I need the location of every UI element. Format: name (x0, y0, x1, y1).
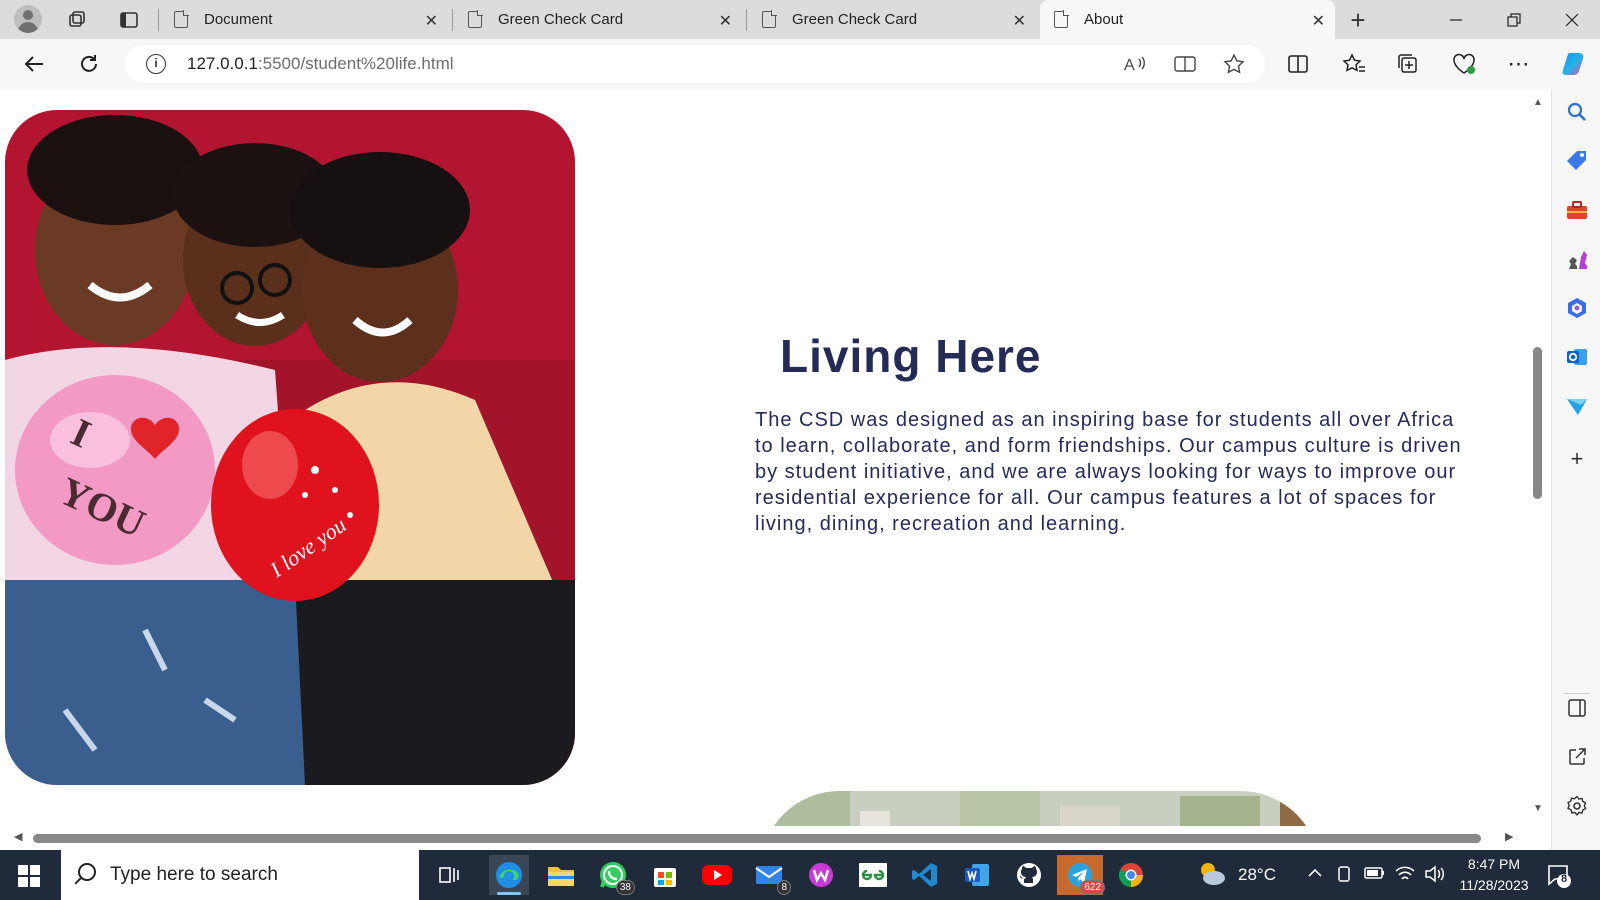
games-icon[interactable] (1564, 246, 1590, 272)
telegram-icon[interactable]: 622 (1057, 855, 1105, 895)
external-link-icon[interactable] (1564, 744, 1590, 770)
students-photo: I YOU I love you (5, 110, 575, 785)
favorites-icon[interactable] (1338, 48, 1370, 80)
tab-about[interactable]: About ✕ (1040, 0, 1335, 39)
clock-time[interactable]: 8:47 PM (1456, 856, 1532, 872)
info-icon[interactable]: i (146, 54, 166, 74)
scroll-up-arrow-icon[interactable]: ▲ (1533, 97, 1543, 108)
tab-label: Green Check Card (498, 11, 624, 28)
page-heading: Living Here (780, 330, 1042, 382)
close-tab-icon[interactable]: ✕ (719, 11, 732, 31)
notifications-icon[interactable]: 8 (1546, 863, 1572, 894)
taskbar-search[interactable]: Type here to search (61, 850, 419, 900)
microsoft-365-icon[interactable] (1564, 295, 1590, 321)
workspaces-icon[interactable] (64, 7, 90, 33)
page-icon (1054, 10, 1069, 28)
collections-icon[interactable] (1392, 48, 1424, 80)
close-tab-icon[interactable]: ✕ (1013, 11, 1026, 31)
shopping-icon[interactable] (1564, 148, 1590, 174)
tab-actions-icon[interactable] (116, 7, 142, 33)
weather-icon[interactable] (1196, 860, 1228, 893)
edge-sidebar: + (1551, 89, 1600, 850)
browser-essentials-icon[interactable] (1448, 48, 1480, 80)
url-host: 127.0.0.1 (187, 54, 258, 73)
tab-green-check-card-1[interactable]: Green Check Card ✕ (454, 0, 742, 39)
more-icon[interactable]: ⋯ (1503, 48, 1535, 80)
wifi-icon[interactable] (1394, 865, 1416, 888)
device-icon[interactable] (1335, 865, 1353, 888)
tab-label: Document (204, 11, 273, 28)
task-view-icon[interactable] (430, 855, 470, 895)
page-viewport: I YOU I love you Living Here The CSD was… (0, 89, 1551, 850)
clock-date[interactable]: 11/28/2023 (1456, 877, 1532, 893)
horizontal-scrollbar[interactable]: ◀ ▶ (0, 826, 1525, 850)
github-icon[interactable] (1009, 855, 1049, 895)
whatsapp-badge: 38 (615, 880, 635, 895)
minimize-button[interactable] (1428, 0, 1484, 39)
scroll-down-arrow-icon[interactable]: ▼ (1533, 803, 1543, 814)
horizontal-scroll-thumb[interactable] (33, 834, 1481, 843)
weather-temp[interactable]: 28°C (1238, 865, 1276, 885)
tab-document[interactable]: Document ✕ (160, 0, 448, 39)
word-icon[interactable] (957, 855, 997, 895)
edge-taskbar-icon[interactable] (489, 855, 529, 895)
address-bar[interactable]: i 127.0.0.1:5500/student%20life.html A (125, 45, 1265, 83)
windows-taskbar: Type here to search 38 8 622 28°C 8:47 P… (0, 850, 1600, 900)
settings-icon[interactable] (1564, 793, 1590, 819)
close-tab-icon[interactable]: ✕ (1312, 11, 1325, 31)
close-window-button[interactable] (1544, 0, 1600, 39)
mail-icon[interactable]: 8 (749, 855, 791, 895)
scroll-left-arrow-icon[interactable]: ◀ (14, 830, 22, 843)
search-icon[interactable] (1564, 99, 1590, 125)
battery-icon[interactable] (1364, 865, 1386, 886)
youtube-icon[interactable] (697, 855, 737, 895)
search-icon (78, 863, 96, 881)
profile-icon[interactable] (14, 5, 42, 33)
page-icon (468, 10, 483, 28)
scroll-right-arrow-icon[interactable]: ▶ (1505, 830, 1513, 843)
page-paragraph: The CSD was designed as an inspiring bas… (755, 409, 1462, 535)
search-placeholder: Type here to search (110, 864, 278, 885)
svg-text:A: A (1124, 57, 1135, 74)
tools-icon[interactable] (1564, 197, 1590, 223)
tab-green-check-card-2[interactable]: Green Check Card ✕ (748, 0, 1036, 39)
geeksforgeeks-icon[interactable] (853, 855, 893, 895)
vertical-scroll-thumb[interactable] (1533, 347, 1542, 499)
file-explorer-icon[interactable] (541, 855, 581, 895)
copilot-icon[interactable] (1559, 48, 1591, 80)
split-screen-icon[interactable] (1282, 48, 1314, 80)
new-tab-button[interactable]: + (1345, 5, 1371, 35)
refresh-icon[interactable] (73, 48, 105, 80)
chrome-icon[interactable] (1111, 855, 1151, 895)
microsoft-store-icon[interactable] (645, 855, 685, 895)
outlook-icon[interactable] (1564, 344, 1590, 370)
show-hidden-icons-icon[interactable] (1307, 865, 1323, 884)
page-icon (762, 10, 777, 28)
tab-label: Green Check Card (792, 11, 918, 28)
notification-count: 8 (1560, 873, 1568, 885)
tab-label: About (1084, 11, 1124, 28)
telegram-badge: 622 (1080, 880, 1105, 895)
start-button[interactable] (18, 865, 40, 887)
vertical-scrollbar[interactable]: ▲ ▼ (1525, 89, 1551, 826)
restore-button[interactable] (1486, 0, 1542, 39)
back-icon[interactable] (18, 48, 50, 80)
tab-strip: Document ✕ Green Check Card ✕ Green Chec… (0, 0, 1600, 39)
wps-icon[interactable] (801, 855, 841, 895)
whatsapp-icon[interactable]: 38 (593, 855, 635, 895)
drop-icon[interactable] (1564, 393, 1590, 419)
read-aloud-icon[interactable]: A (1122, 51, 1148, 77)
mail-badge: 8 (777, 880, 791, 895)
favorite-icon[interactable] (1221, 51, 1247, 77)
volume-icon[interactable] (1424, 865, 1446, 888)
immersive-reader-icon[interactable] (1172, 51, 1198, 77)
url-text[interactable]: 127.0.0.1:5500/student%20life.html (187, 54, 454, 74)
add-icon[interactable]: + (1564, 446, 1590, 472)
close-tab-icon[interactable]: ✕ (425, 11, 438, 31)
vscode-icon[interactable] (905, 855, 945, 895)
hide-sidebar-icon[interactable] (1564, 695, 1590, 721)
page-icon (174, 10, 189, 28)
url-path: :5500/student%20life.html (257, 54, 454, 73)
browser-toolbar: i 127.0.0.1:5500/student%20life.html A ⋯ (0, 39, 1600, 89)
